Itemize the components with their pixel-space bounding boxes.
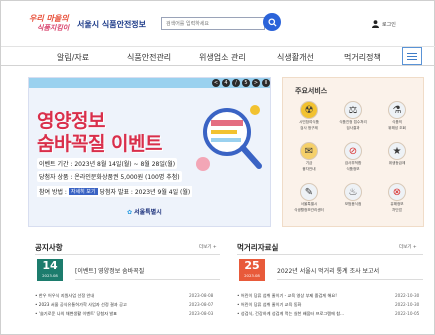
nav-item-notice[interactable]: 알림/자료 (57, 52, 89, 63)
banner-howto: 참여 방법 : 자세히 보기 당첨자 발표 : 2023년 9월 4일 (월) (37, 186, 193, 197)
service-sublabel: 위해성 조회 (388, 126, 406, 130)
event-banner[interactable]: < 4 / 5 > II 영양정보 숨바꼭질 이벤트 이벤트 기간 : 2023… (28, 77, 271, 227)
model-restaurant-icon: ♨ (344, 183, 362, 201)
service-label: 시민참여식품 (299, 120, 319, 124)
data-item-2-date: 2022-10-30 (395, 302, 420, 307)
notice-feature-ym: 2023.08 (42, 273, 58, 278)
banner-next-button[interactable]: > (252, 79, 260, 87)
nav-item-diet[interactable]: 식생활개선 (277, 52, 314, 63)
service-label: 식품의 (392, 120, 402, 124)
hazard-search-icon: ⚗ (388, 101, 406, 119)
diet-center-icon: ✎ (300, 183, 318, 201)
data-feature-underline (277, 279, 423, 280)
data-room-more-link[interactable]: 더보기 + (399, 244, 417, 250)
banner-page-current: 4 (222, 79, 230, 87)
nav-item-food-policy[interactable]: 먹거리정책 (344, 52, 381, 63)
banner-detail-button[interactable]: 자세히 보기 (68, 188, 98, 195)
notice-title: 공지사항 (35, 243, 63, 252)
service-hygiene-grade[interactable]: ★ 위생등급제 (377, 142, 417, 167)
banner-announce: 당첨자 발표 : 2023년 9월 4일 (월) (99, 189, 191, 196)
service-model-restaurant[interactable]: ♨ 모범음식점 (333, 183, 373, 208)
data-room-title: 먹거리자료실 (237, 243, 279, 252)
search-button[interactable] (263, 13, 281, 31)
notice-divider (35, 254, 220, 255)
banner-prize: 당첨자 상품 : 온라인문화상품권 5,000원 (100명 추첨) (37, 171, 182, 182)
service-diet-center[interactable]: ✎ 서울특별시식생활정보관리센터 (289, 183, 329, 213)
notice-item-2-date: 2023-08-07 (189, 302, 214, 307)
banner-page-sep: / (232, 79, 240, 87)
banner-sponsor: ✿ 서울특별시 (127, 209, 162, 216)
search-input[interactable] (161, 17, 265, 30)
data-feature-day: 25 (244, 259, 260, 272)
notice-more-link[interactable]: 더보기 + (199, 244, 217, 250)
nav-item-hygiene[interactable]: 위생업소 관리 (199, 52, 246, 63)
data-item-1-date: 2022-10-30 (395, 293, 420, 298)
data-feature-date: 25 2023.08 (239, 259, 265, 281)
fund-loan-icon: ✉ (300, 142, 318, 160)
service-sublabel: 검사 청구제 (300, 126, 318, 130)
service-label: 서울특별시 (300, 202, 318, 206)
service-label: 검사부적합 (344, 161, 362, 165)
service-complaint-result[interactable]: ⚖ 식품진정 접수처리검사결과 (333, 101, 373, 131)
banner-page-total: 5 (242, 79, 250, 87)
notice-item-1[interactable]: • 한우 어우식 지원사업 선정 안내 (35, 293, 94, 299)
notice-feature-underline (75, 279, 220, 280)
login-link[interactable]: 로그인 (372, 20, 396, 28)
service-sublabel: 검사결과 (346, 126, 360, 130)
service-inspection-request[interactable]: ☢ 시민참여식품검사 청구제 (289, 101, 329, 131)
service-label: 모범음식점 (344, 202, 362, 206)
data-item-3-date: 2022-10-05 (395, 311, 420, 316)
data-item-2[interactable]: • 어린이 당류 섭취 줄이기 교육 동화 (237, 302, 301, 308)
harmful-block-icon: ⊗ (388, 183, 406, 201)
services-title: 주요서비스 (295, 87, 328, 95)
logo[interactable]: 우리 마을의 식품지킴이 (29, 13, 73, 37)
logo-line-2: 식품지킴이 (37, 24, 70, 32)
service-fund-loan[interactable]: ✉ 기금융자안내 (289, 142, 329, 172)
service-sublabel: 융자안내 (302, 167, 316, 171)
search-icon (267, 17, 277, 27)
nav-item-food-safety[interactable]: 식품안전관리 (127, 52, 171, 63)
data-room-divider (237, 254, 423, 255)
banner-pause-button[interactable]: II (262, 79, 270, 87)
service-label: 식품진정 접수처리 (339, 120, 367, 124)
service-unfit-food[interactable]: ⊘ 검사부적합식품정보 (333, 142, 373, 172)
complaint-result-icon: ⚖ (344, 101, 362, 119)
notice-feature-date: 14 2023.08 (37, 259, 63, 281)
service-label: 기금 (305, 161, 313, 165)
notice-item-2[interactable]: • 2023 서울 공식유통허가학 사업자 선정 결과 공고 (35, 302, 127, 308)
service-sublabel: 식품정보 (346, 167, 360, 171)
banner-headline-2: 숨바꼭질 이벤트 (37, 133, 162, 155)
unfit-food-icon: ⊘ (344, 142, 362, 160)
hygiene-grade-icon: ★ (388, 142, 406, 160)
data-feature-ym: 2023.08 (244, 273, 260, 278)
site-title[interactable]: 서울시 식품안전정보 (77, 19, 146, 30)
magnifier-illustration-icon (196, 105, 262, 171)
notice-feature-title[interactable]: [이벤트] 영양정보 숨바꼭질 (75, 266, 144, 275)
page-frame: 우리 마을의 식품지킴이 서울시 식품안전정보 로그인 알림/자료 식품안전관리… (0, 0, 435, 335)
data-item-1[interactable]: • 어린이 당류 섭취 줄이기 - 교육 영상 부제 즐겁게 해요! (237, 293, 337, 299)
menu-button[interactable] (402, 47, 422, 65)
service-sublabel: 차단업 (392, 208, 402, 212)
service-harmful-block[interactable]: ⊗ 유해정보차단업 (377, 183, 417, 213)
notice-item-1-date: 2023-08-08 (189, 293, 214, 298)
notice-item-3[interactable]: • '슬기로운 나의 채변생활 이벤트' 당첨자 발표 (35, 311, 117, 317)
main-nav: 알림/자료 식품안전관리 위생업소 관리 식생활개선 먹거리정책 (1, 46, 435, 66)
hamburger-icon (407, 52, 417, 54)
user-icon (372, 20, 379, 28)
data-feature-title[interactable]: 2022년 서울시 먹거리 통계 조사 보고서 (277, 266, 379, 275)
banner-prev-button[interactable]: < (212, 79, 220, 87)
service-label: 유해정보 (390, 202, 404, 206)
service-label: 위생등급제 (388, 161, 406, 165)
notice-item-3-date: 2023-08-03 (189, 311, 214, 316)
service-sublabel: 식생활정보관리센터 (294, 208, 324, 212)
inspection-request-icon: ☢ (300, 101, 318, 119)
login-label: 로그인 (382, 21, 396, 28)
data-item-3[interactable]: • 성검식, 건강하게 성검게 먹는 실천 배움터 프로그램에 참... (237, 311, 344, 317)
service-hazard-search[interactable]: ⚗ 식품의위해성 조회 (377, 101, 417, 131)
banner-period: 이벤트 기간 : 2023년 8월 14일(월) ~ 8월 28일(월) (37, 158, 178, 169)
notice-feature-day: 14 (42, 259, 58, 272)
banner-howto-label: 참여 방법 : (39, 189, 67, 196)
